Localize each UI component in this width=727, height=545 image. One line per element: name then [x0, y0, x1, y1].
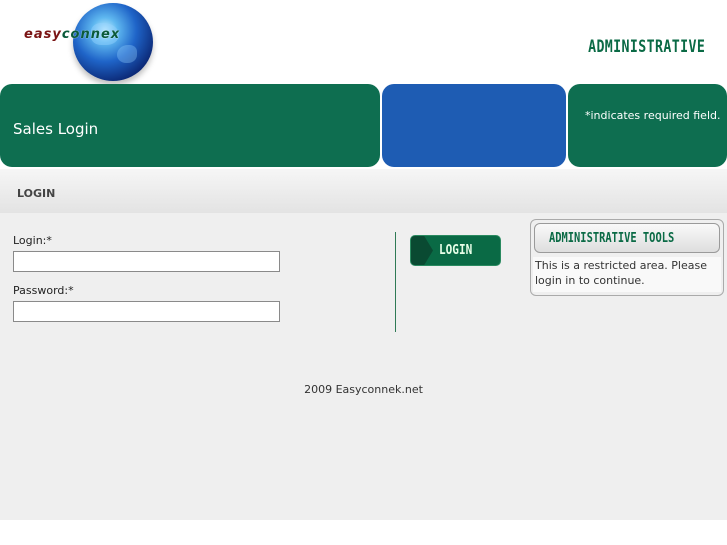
logo-text-easy: easy [24, 27, 62, 42]
header: easyconnex ADMINISTRATIVE [0, 0, 727, 84]
globe-land-shape [117, 45, 137, 63]
login-button-label: LOGIN [439, 243, 473, 258]
blue-band [382, 84, 566, 167]
admin-tools-header: ADMINISTRATIVE TOOLS [534, 223, 720, 253]
page-heading-administrative: ADMINISTRATIVE [587, 37, 705, 57]
password-input[interactable] [13, 301, 280, 322]
required-field-note: *indicates required field. [585, 109, 721, 122]
sales-login-band: Sales Login [0, 84, 380, 167]
logo-text-connex: connex [61, 27, 121, 42]
admin-tools-title: ADMINISTRATIVE TOOLS [549, 231, 675, 246]
required-note-band: *indicates required field. [568, 84, 727, 167]
main-content: Login:* Password:* LOGIN ADMINISTRATIVE … [0, 213, 727, 520]
section-label-login: LOGIN [17, 187, 56, 200]
arrow-right-icon [411, 236, 433, 265]
login-field-label: Login:* [13, 234, 52, 247]
password-field-label: Password:* [13, 284, 74, 297]
login-input[interactable] [13, 251, 280, 272]
admin-tools-panel: ADMINISTRATIVE TOOLS This is a restricte… [530, 219, 724, 296]
login-section-bar: LOGIN [0, 169, 727, 213]
logo-wordmark[interactable]: easyconnex [24, 27, 120, 47]
vertical-divider [395, 232, 396, 332]
footer-copyright: 2009 Easyconnek.net [304, 383, 423, 396]
admin-tools-message: This is a restricted area. Please login … [533, 257, 721, 292]
sales-login-title: Sales Login [13, 120, 99, 138]
login-button[interactable]: LOGIN [410, 235, 501, 266]
